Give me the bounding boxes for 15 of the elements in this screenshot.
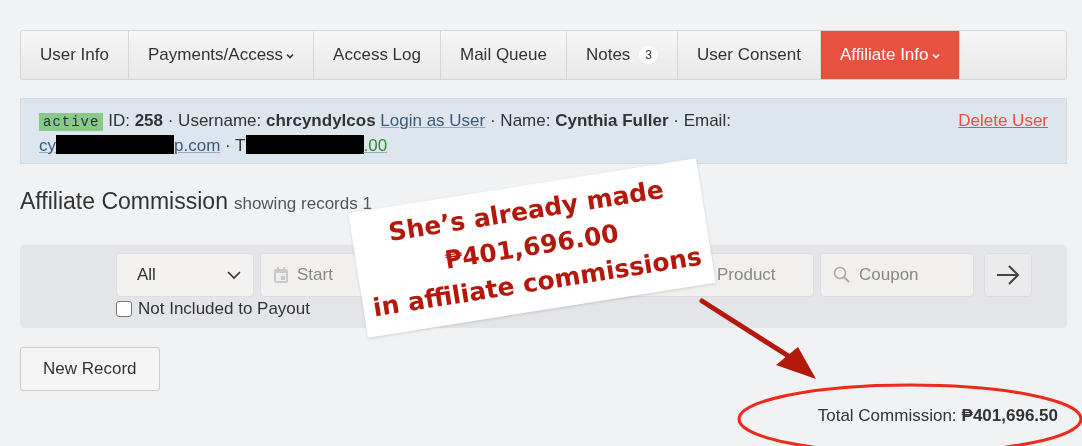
total-value: ₱401,696.50 — [961, 406, 1058, 426]
section-title: Affiliate Commission — [20, 188, 228, 215]
phone-fragment: · T — [225, 136, 246, 155]
username-value: chrcyndylcos — [266, 111, 376, 130]
total-label: Total Commission: — [817, 406, 957, 426]
record-count: showing records 1 — [233, 194, 372, 214]
name-label: · Name: — [489, 111, 551, 130]
username-label: · Username: — [167, 111, 262, 130]
id-value: 258 — [134, 111, 163, 130]
status-label: active — [39, 113, 104, 131]
name-value: Cynthia Fuller — [555, 111, 669, 130]
checkbox-label: Not Included to Payout — [138, 299, 310, 319]
id-label: ID: — [108, 111, 130, 130]
email-label: · Email: — [673, 111, 731, 130]
count-badge: 3 — [639, 46, 659, 64]
